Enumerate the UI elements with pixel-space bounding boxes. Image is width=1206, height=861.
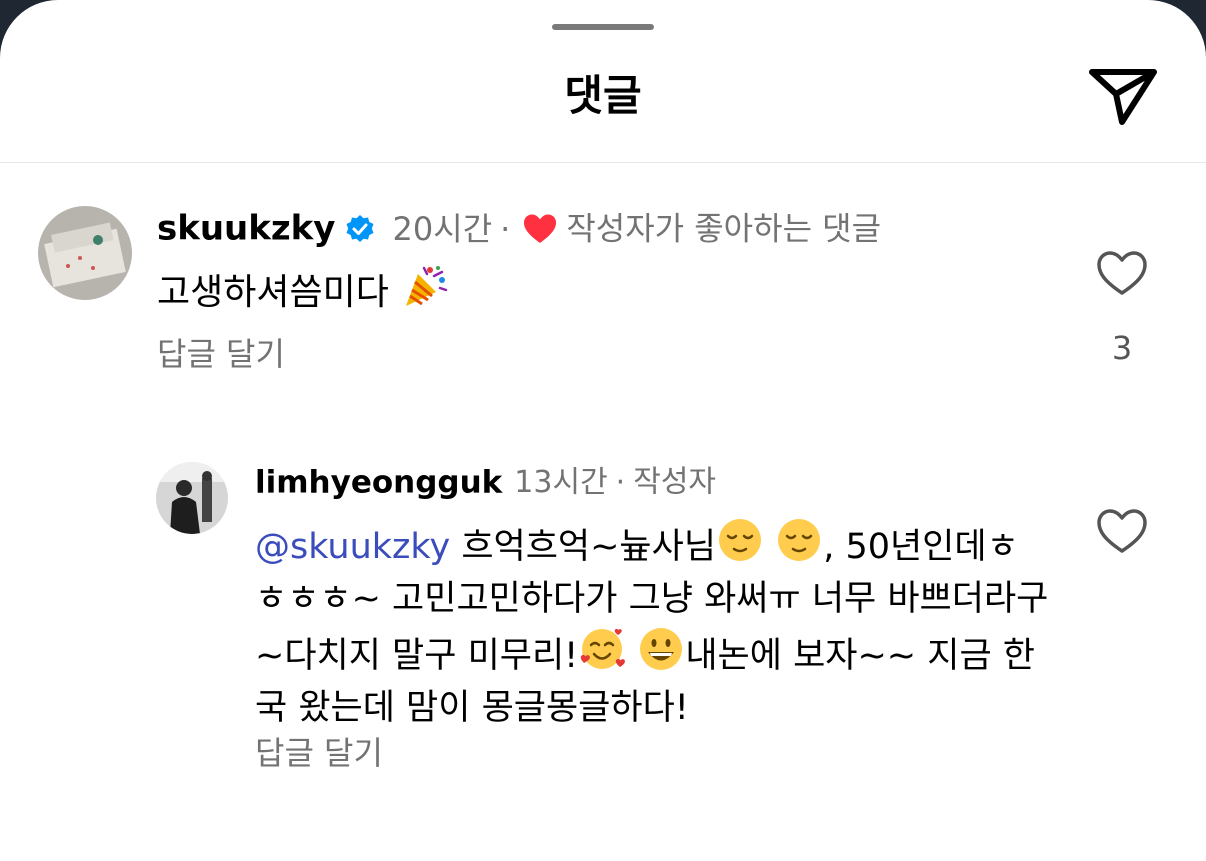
separator-dot: · (500, 209, 511, 248)
heart-outline-icon[interactable] (1096, 250, 1148, 296)
avatar[interactable] (156, 462, 228, 534)
comment-meta: skuukzky 20시간 · 작성자가 좋아하는 댓글 (157, 208, 881, 249)
comment-time: 20시간 (392, 209, 493, 248)
comment-text: 고생하셔씀미다 (157, 262, 448, 317)
comments-sheet: 댓글 skuukzky 20시간· 작성자가 좋아하는 댓글 고생하셔씀미다 (0, 0, 1206, 861)
paper-plane-icon[interactable] (1086, 64, 1160, 128)
heart-outline-icon[interactable] (1096, 508, 1148, 554)
smiling-face-with-hearts-icon (580, 628, 626, 669)
relieved-face-icon (778, 519, 821, 561)
mention-link[interactable]: @skuukzky (255, 527, 450, 567)
party-popper-icon (406, 266, 448, 306)
avatar[interactable] (38, 206, 132, 300)
username[interactable]: skuukzky (157, 209, 335, 249)
author-badge: 작성자 (633, 464, 717, 500)
grinning-face-icon (640, 628, 683, 670)
sheet-title: 댓글 (564, 71, 642, 120)
verified-badge-icon (346, 214, 374, 242)
relieved-face-icon (719, 519, 762, 561)
heart-filled-icon (524, 214, 557, 243)
username[interactable]: limhyeongguk (255, 465, 502, 501)
like-count: 3 (1111, 329, 1133, 367)
comment-text: @skuukzky 흐억흐억~늎사님 , 50년인데ㅎ ㅎㅎㅎ~ 고민고민하다가… (255, 516, 1055, 734)
separator-dot: · (615, 464, 626, 500)
reply-button[interactable]: 답글 달기 (157, 334, 285, 374)
author-liked-label: 작성자가 좋아하는 댓글 (566, 209, 882, 248)
comment-meta: limhyeongguk 13시간 · 작성자 (255, 462, 716, 503)
drag-handle[interactable] (552, 24, 654, 30)
comment-time: 13시간 (514, 464, 608, 500)
reply-button[interactable]: 답글 달기 (255, 733, 383, 773)
header-divider (0, 162, 1206, 163)
